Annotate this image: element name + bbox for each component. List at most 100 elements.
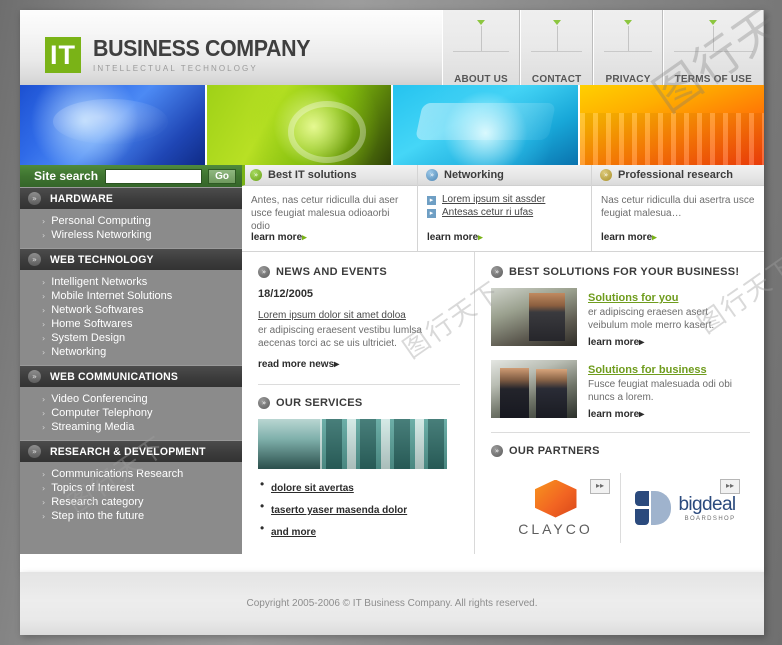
underline-divider: [673, 51, 753, 52]
partner-name: CLAYCO: [518, 520, 593, 537]
topnav-item-about-us[interactable]: ABOUT US: [442, 10, 520, 85]
sidebar-filler: [20, 529, 242, 543]
topnav-label: ABOUT US: [454, 74, 508, 85]
logo-mark-icon: IT: [45, 37, 81, 73]
section-title: OUR SERVICES: [276, 397, 363, 409]
learn-more-link[interactable]: learn more▸: [588, 409, 750, 420]
sidebar-section-hardware[interactable]: » HARDWARE: [20, 187, 242, 209]
partner-clayco[interactable]: ▸▸ CLAYCO: [491, 473, 620, 543]
partner-next-button[interactable]: ▸▸: [590, 479, 610, 494]
arrow-right-icon: ▸: [478, 232, 483, 242]
sidebar-item-video-conferencing[interactable]: › Video Conferencing: [20, 392, 242, 406]
partners-row: ▸▸ CLAYCO ▸▸ bigdeal BOARDSHOP: [491, 467, 750, 543]
sidebar-item-mobile-internet-solutions[interactable]: › Mobile Internet Solutions: [20, 289, 242, 303]
bullet-icon: ›: [42, 422, 46, 432]
solution-title-link[interactable]: Solutions for you: [588, 292, 678, 304]
topnav-label: CONTACT: [531, 74, 582, 85]
promo-header: » Professional research: [592, 165, 764, 186]
promo-link[interactable]: Antesas cetur ri ufas: [442, 207, 533, 218]
sidebar-list-web-communications: › Video Conferencing › Computer Telephon…: [20, 387, 242, 440]
learn-more-link[interactable]: learn more▸: [601, 232, 657, 243]
double-chevron-icon: »: [250, 169, 262, 181]
double-chevron-icon: »: [258, 266, 270, 278]
section-title: OUR PARTNERS: [509, 445, 600, 457]
promo-card-professional-research: » Professional research Nas cetur ridicu…: [592, 165, 764, 251]
topnav-label: TERMS OF USE: [674, 74, 752, 85]
partner-bigdeal[interactable]: ▸▸ bigdeal BOARDSHOP: [620, 473, 750, 543]
sidebar-item-network-softwares[interactable]: › Network Softwares: [20, 303, 242, 317]
bullet-icon: ›: [42, 394, 46, 404]
sidebar-item-home-softwares[interactable]: › Home Softwares: [20, 317, 242, 331]
list-item: dolore sit avertas: [260, 477, 460, 496]
site-tagline: INTELLECTUAL TECHNOLOGY: [93, 64, 258, 73]
arrow-right-icon: ▸: [639, 337, 645, 348]
arrow-right-icon: ▸: [427, 209, 436, 218]
arrow-right-icon: ▸: [639, 409, 645, 420]
service-link[interactable]: taserto yaser masenda dolor: [271, 505, 407, 516]
learn-more-label: learn more: [427, 232, 479, 243]
list-item: and more: [260, 521, 460, 540]
site-search: Site search Go: [20, 165, 242, 187]
arrow-right-icon: ▸: [302, 232, 307, 242]
read-more-label: read more news: [258, 359, 335, 370]
learn-more-link[interactable]: learn more▸: [427, 232, 483, 243]
sidebar-item-label: Topics of Interest: [51, 482, 135, 494]
bullet-icon: ›: [42, 469, 46, 479]
learn-more-link[interactable]: learn more▸: [251, 232, 307, 243]
news-date: 18/12/2005: [258, 288, 314, 300]
sidebar-item-networking[interactable]: › Networking: [20, 345, 242, 359]
sidebar-item-wireless-networking[interactable]: › Wireless Networking: [20, 228, 242, 242]
news-column: » NEWS AND EVENTS 18/12/2005 Lorem ipsum…: [242, 252, 475, 554]
sidebar-item-step-into-the-future[interactable]: › Step into the future: [20, 509, 242, 523]
sidebar-item-intelligent-networks[interactable]: › Intelligent Networks: [20, 275, 242, 289]
partners-section-header: » OUR PARTNERS: [491, 445, 750, 457]
bigdeal-logo-icon: [635, 491, 672, 525]
sidebar-item-streaming-media[interactable]: › Streaming Media: [20, 420, 242, 434]
sidebar-section-web-communications[interactable]: » WEB COMMUNICATIONS: [20, 365, 242, 387]
sidebar-item-communications-research[interactable]: › Communications Research: [20, 467, 242, 481]
topnav-item-terms-of-use[interactable]: TERMS OF USE: [662, 10, 764, 85]
sidebar-item-label: Research category: [51, 496, 144, 508]
bigdeal-logo: bigdeal BOARDSHOP: [635, 491, 736, 525]
search-go-button[interactable]: Go: [208, 168, 236, 184]
read-more-news-link[interactable]: read more news▸: [258, 359, 460, 370]
sidebar-item-personal-computing[interactable]: › Personal Computing: [20, 214, 242, 228]
solution-thumbnail: [491, 360, 577, 418]
promo-title: Networking: [444, 169, 504, 181]
news-headline-link[interactable]: Lorem ipsum dolor sit amet doloa: [258, 310, 406, 321]
partner-next-button[interactable]: ▸▸: [720, 479, 740, 494]
stem-divider: [556, 26, 558, 52]
divider: [491, 432, 750, 433]
sidebar-item-system-design[interactable]: › System Design: [20, 331, 242, 345]
topnav-item-privacy[interactable]: PRIVACY: [593, 10, 663, 85]
sidebar-item-research-category[interactable]: › Research category: [20, 495, 242, 509]
sidebar-item-label: Video Conferencing: [51, 393, 148, 405]
solutions-section-header: » BEST SOLUTIONS FOR YOUR BUSINESS!: [491, 266, 750, 278]
double-chevron-icon: »: [600, 169, 612, 181]
logo-mark-text: IT: [50, 40, 76, 70]
sidebar-item-label: Wireless Networking: [51, 229, 152, 241]
site-footer: Copyright 2005-2006 © IT Business Compan…: [20, 572, 764, 635]
promo-link[interactable]: Lorem ipsum sit assder: [442, 194, 545, 205]
topnav-item-contact[interactable]: CONTACT: [519, 10, 594, 85]
search-input[interactable]: [105, 168, 203, 184]
service-link[interactable]: and more: [271, 527, 316, 538]
sidebar-item-label: Computer Telephony: [51, 407, 153, 419]
sidebar-section-research-development[interactable]: » RESEARCH & DEVELOPMENT: [20, 440, 242, 462]
learn-more-link[interactable]: learn more▸: [588, 337, 750, 348]
list-item: taserto yaser masenda dolor: [260, 499, 460, 518]
site-logo[interactable]: IT BUSINESS COMPANY INTELLECTUAL TECHNOL…: [45, 36, 326, 73]
banner-strip: [20, 85, 764, 165]
bullet-icon: ›: [42, 291, 46, 301]
solution-title-link[interactable]: Solutions for business: [588, 364, 707, 376]
sidebar-item-topics-of-interest[interactable]: › Topics of Interest: [20, 481, 242, 495]
sidebar-item-computer-telephony[interactable]: › Computer Telephony: [20, 406, 242, 420]
promo-title: Professional research: [618, 169, 733, 181]
solution-text: Fusce feugiat malesuada odi obi nuncs a …: [588, 379, 732, 403]
stem-divider: [713, 26, 715, 52]
service-link[interactable]: dolore sit avertas: [271, 483, 354, 494]
learn-more-label: learn more: [588, 409, 640, 420]
sidebar-section-web-technology[interactable]: » WEB TECHNOLOGY: [20, 248, 242, 270]
news-body-text: er adipiscing eraesent vestibu lumlsa ae…: [258, 325, 422, 349]
arrow-right-icon: ▸: [427, 196, 436, 205]
